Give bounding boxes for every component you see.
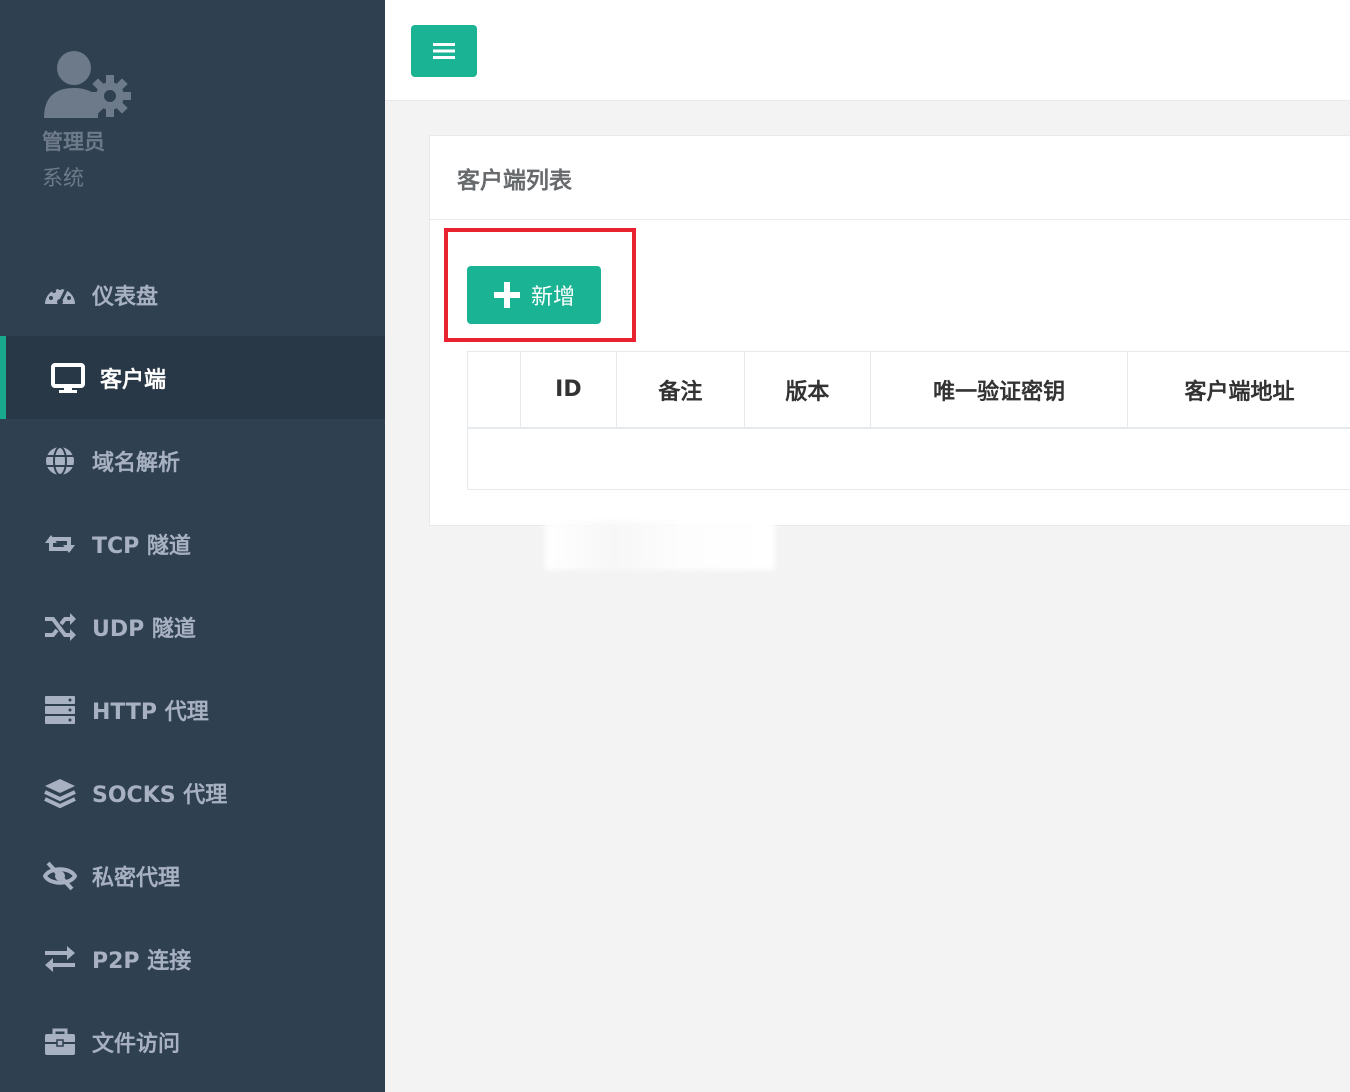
sidebar-item-label: HTTP 代理 [92, 699, 209, 725]
sidebar-item-socks-proxy[interactable]: SOCKS 代理 [0, 751, 385, 834]
column-header-version[interactable]: 版本 [744, 352, 872, 429]
sidebar-item-clients[interactable]: 客户端 [0, 336, 385, 419]
top-navbar [385, 0, 1350, 101]
random-icon [42, 609, 78, 645]
server-icon [42, 692, 78, 728]
sidebar-item-label: P2P 连接 [92, 948, 192, 974]
column-header-remark[interactable]: 备注 [616, 352, 745, 429]
sidebar-item-label: 仪表盘 [92, 284, 159, 310]
column-header-verify-key[interactable]: 唯一验证密钥 [870, 352, 1129, 429]
column-header-client-address[interactable]: 客户端地址 [1127, 352, 1350, 429]
sidebar-nav: 仪表盘 客户端 域名解析 TCP 隧道 UDP 隧道 HTTP 代理 SOCKS… [0, 253, 385, 1083]
sidebar-item-p2p[interactable]: P2P 连接 [0, 917, 385, 1000]
sidebar-item-private-proxy[interactable]: 私密代理 [0, 834, 385, 917]
sidebar-item-http-proxy[interactable]: HTTP 代理 [0, 668, 385, 751]
briefcase-icon [42, 1024, 78, 1060]
table-empty-cell [468, 428, 1350, 490]
hamburger-icon [433, 43, 455, 59]
column-header-id[interactable]: ID [520, 352, 618, 429]
sidebar-item-label: 客户端 [100, 367, 167, 393]
sidebar: 管理员 系统 仪表盘 客户端 域名解析 TCP 隧道 UDP 隧道 HTTP 代… [0, 0, 385, 1092]
globe-icon [42, 443, 78, 479]
sidebar-item-file-access[interactable]: 文件访问 [0, 1000, 385, 1083]
sidebar-item-udp-tunnel[interactable]: UDP 隧道 [0, 585, 385, 668]
dashboard-icon [42, 277, 78, 313]
panel-title: 客户端列表 [430, 136, 1350, 220]
sidebar-item-label: 私密代理 [92, 865, 181, 891]
blurred-pagination [545, 522, 775, 570]
table-header-row: ID 备注 版本 唯一验证密钥 客户端地址 [468, 352, 1350, 429]
profile: 管理员 系统 [42, 48, 342, 192]
exchange-icon [42, 941, 78, 977]
menu-toggle-button[interactable] [411, 25, 477, 77]
add-client-button[interactable]: 新增 [467, 266, 601, 324]
profile-name[interactable]: 管理员 [42, 128, 342, 156]
client-table: ID 备注 版本 唯一验证密钥 客户端地址 [467, 351, 1350, 490]
sidebar-item-label: TCP 隧道 [92, 533, 191, 559]
column-header-select[interactable] [468, 352, 521, 429]
sidebar-item-label: 文件访问 [92, 1031, 181, 1057]
desktop-icon [50, 360, 86, 396]
sidebar-item-label: 域名解析 [92, 450, 181, 476]
plus-icon [493, 281, 521, 309]
client-list-panel: 客户端列表 新增 ID 备注 版本 唯一验证密钥 客户端地址 [429, 135, 1350, 526]
eye-slash-icon [42, 858, 78, 894]
sidebar-item-dashboard[interactable]: 仪表盘 [0, 253, 385, 336]
user-gear-icon [44, 51, 131, 118]
layers-icon [42, 775, 78, 811]
table-empty-row [468, 428, 1350, 490]
sidebar-item-dns[interactable]: 域名解析 [0, 419, 385, 502]
sidebar-item-label: UDP 隧道 [92, 616, 196, 642]
sidebar-item-tcp-tunnel[interactable]: TCP 隧道 [0, 502, 385, 585]
profile-role: 系统 [42, 166, 84, 190]
retweet-icon [42, 526, 78, 562]
add-button-label: 新增 [530, 285, 575, 310]
sidebar-item-label: SOCKS 代理 [92, 782, 228, 808]
